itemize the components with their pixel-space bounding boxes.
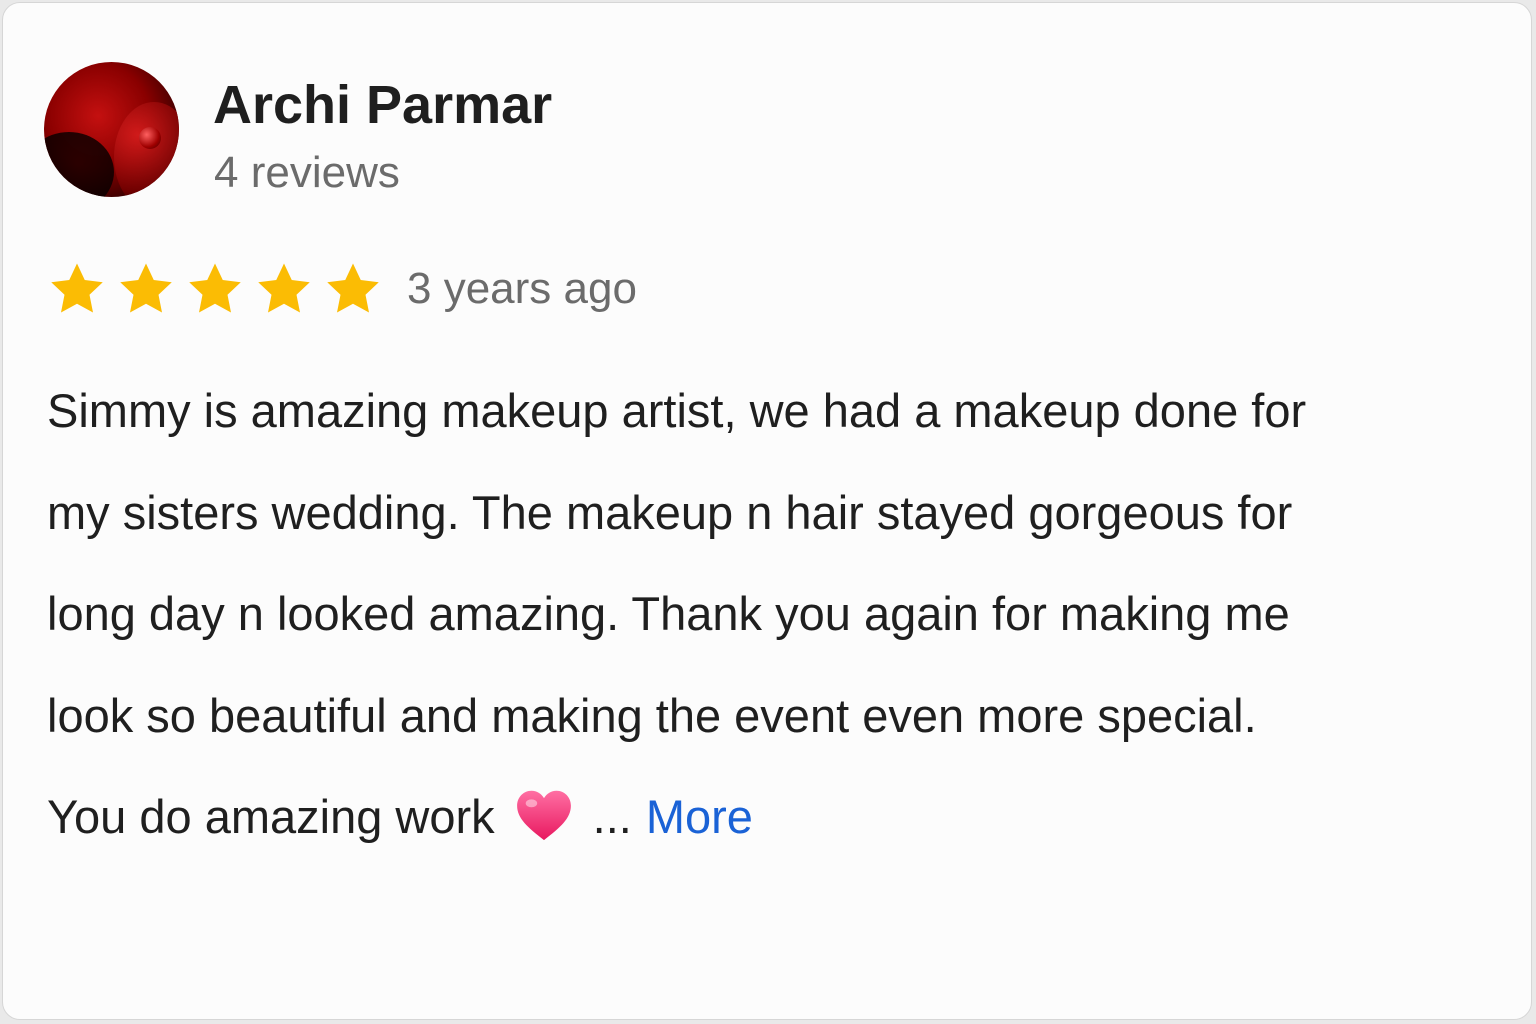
star-icon: [258, 263, 310, 313]
review-card: Archi Parmar 4 reviews 3 years ago Simmy…: [2, 2, 1532, 1020]
star-rating: [47, 259, 383, 319]
more-link[interactable]: More: [646, 790, 753, 843]
reviewer-name[interactable]: Archi Parmar: [213, 73, 552, 137]
truncation-ellipsis: ...: [592, 790, 632, 843]
avatar[interactable]: [44, 62, 179, 197]
avatar-photo-shadow: [44, 132, 114, 197]
star-icon: [189, 263, 241, 313]
star-icon: [51, 263, 103, 313]
review-text-line: my sisters wedding. The makeup n hair st…: [47, 485, 1293, 539]
review-text-line: look so beautiful and making the event e…: [47, 688, 1257, 742]
review-text-last-line: You do amazing work... More: [47, 766, 1487, 868]
review-body: Simmy is amazing makeup artist, we had a…: [47, 360, 1487, 868]
avatar-photo-highlight: [139, 127, 161, 149]
review-text-line: You do amazing work: [47, 790, 495, 843]
heart-icon: [516, 790, 571, 841]
review-text-line: long day n looked amazing. Thank you aga…: [47, 587, 1290, 640]
star-icon: [327, 263, 379, 313]
review-text-line: Simmy is amazing makeup artist, we had a…: [47, 384, 1307, 437]
avatar-photo-detail: [114, 102, 179, 197]
star-icon: [120, 263, 172, 313]
review-timestamp: 3 years ago: [407, 264, 637, 313]
reviewer-review-count[interactable]: 4 reviews: [214, 146, 400, 200]
